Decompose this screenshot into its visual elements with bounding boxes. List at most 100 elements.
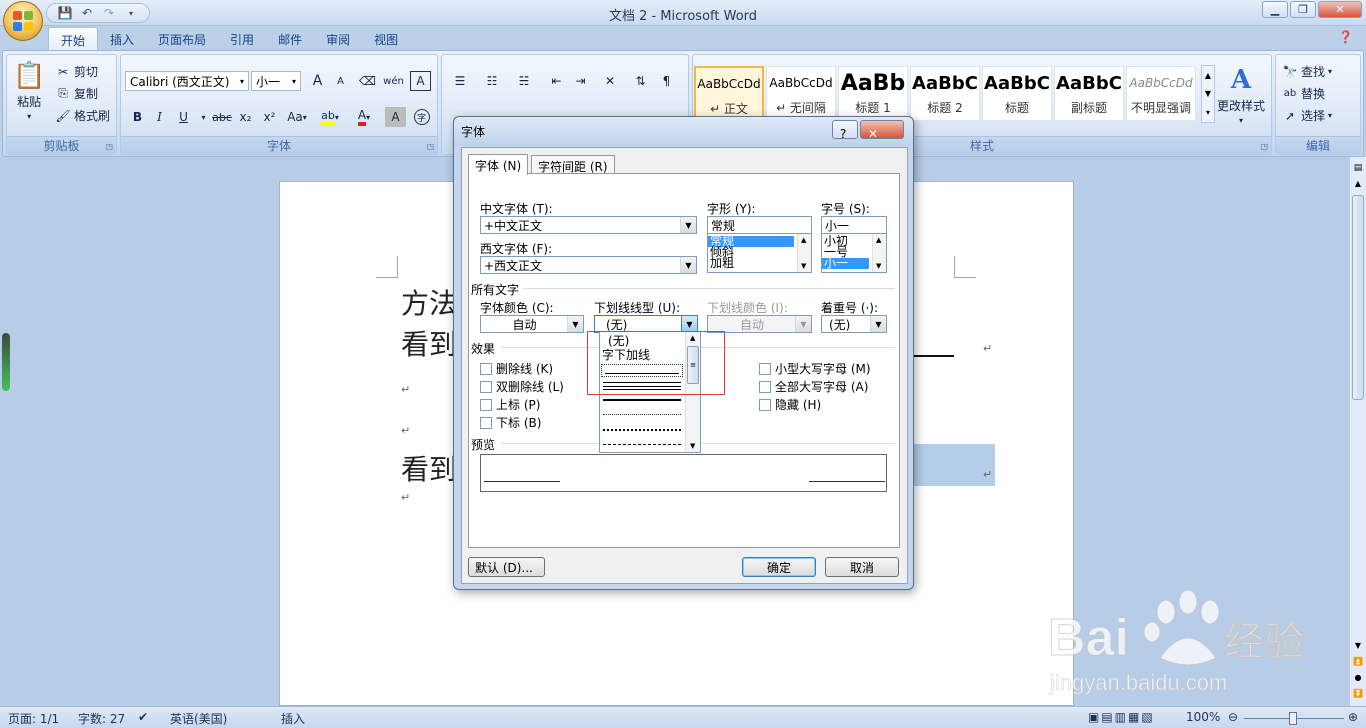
enclose-char-button[interactable]: 字 bbox=[411, 107, 432, 127]
chevron-down-icon[interactable]: ▼ bbox=[567, 316, 583, 332]
prev-page-icon[interactable]: ⏫ bbox=[1351, 657, 1365, 671]
style-item[interactable]: AaBb 标题 1 bbox=[838, 66, 908, 121]
insert-mode-status[interactable]: 插入 bbox=[281, 710, 305, 727]
italic-button[interactable]: I bbox=[149, 107, 170, 127]
close-button[interactable]: ✕ bbox=[1318, 1, 1362, 18]
chevron-down-icon[interactable]: ▼ bbox=[680, 217, 696, 233]
font-name-combo[interactable]: Calibri (西文正文) ▾ bbox=[125, 71, 249, 91]
browse-object-icon[interactable]: ● bbox=[1351, 673, 1365, 687]
scroll-down-icon[interactable]: ▼ bbox=[1351, 641, 1365, 655]
increase-indent-button[interactable]: ⇥ bbox=[570, 71, 591, 91]
paste-button[interactable]: 📋 粘贴 ▾ bbox=[13, 61, 45, 121]
tab-view[interactable]: 视图 bbox=[362, 27, 410, 51]
western-font-combo[interactable]: +西文正文 ▼ bbox=[480, 256, 697, 274]
style-item[interactable]: AaBbC 标题 2 bbox=[910, 66, 980, 121]
dialog-close-button[interactable]: ✕ bbox=[860, 120, 904, 141]
highlight-button[interactable]: ab ▾ bbox=[315, 107, 345, 127]
tab-references[interactable]: 引用 bbox=[218, 27, 266, 51]
list-item[interactable]: 小一 bbox=[822, 257, 869, 269]
ruler-toggle-icon[interactable]: ▤ bbox=[1351, 163, 1365, 177]
subscript-checkbox[interactable]: 下标 (B) bbox=[480, 414, 541, 431]
restore-button[interactable]: ❐ bbox=[1290, 1, 1316, 18]
format-painter-button[interactable]: 🖌 格式刷 bbox=[55, 107, 110, 124]
strikethrough-checkbox[interactable]: 删除线 (K) bbox=[480, 360, 553, 377]
minimize-button[interactable]: ▁ bbox=[1262, 1, 1288, 18]
bold-button[interactable]: B bbox=[127, 107, 148, 127]
view-buttons[interactable]: ▣▤▥▦▧ bbox=[1088, 710, 1155, 724]
customize-qat-icon[interactable]: ▾ bbox=[121, 5, 141, 21]
underline-option-thick[interactable] bbox=[603, 399, 681, 401]
tab-font[interactable]: 字体 (N) bbox=[468, 154, 529, 175]
zoom-level[interactable]: 100% bbox=[1186, 710, 1220, 724]
clear-format-button[interactable]: ⌫ bbox=[357, 71, 378, 91]
tab-page-layout[interactable]: 页面布局 bbox=[146, 27, 218, 51]
replace-button[interactable]: ab 替换 bbox=[1282, 85, 1325, 102]
select-button[interactable]: ➚ 选择 ▾ bbox=[1282, 107, 1332, 124]
redo-icon[interactable]: ↷ bbox=[99, 5, 119, 21]
change-styles-button[interactable]: A 更改样式 ▾ bbox=[1217, 65, 1265, 125]
checkbox-box[interactable] bbox=[480, 380, 492, 393]
tab-home[interactable]: 开始 bbox=[48, 27, 99, 51]
chevron-down-icon[interactable]: ▼ bbox=[681, 316, 697, 332]
next-page-icon[interactable]: ⏬ bbox=[1351, 689, 1365, 703]
show-marks-button[interactable]: ¶ bbox=[656, 71, 677, 91]
checkbox-box[interactable] bbox=[480, 398, 492, 411]
dialog-title-bar[interactable]: 字体 ? ✕ bbox=[454, 117, 913, 145]
language-status[interactable]: 英语(美国) bbox=[170, 710, 227, 727]
tab-insert[interactable]: 插入 bbox=[98, 27, 146, 51]
underline-button[interactable]: U bbox=[173, 107, 194, 127]
tab-mailings[interactable]: 邮件 bbox=[266, 27, 314, 51]
checkbox-box[interactable] bbox=[759, 398, 771, 411]
font-style-list[interactable]: 常规 倾斜 加粗 ▲ ▼ bbox=[707, 233, 812, 273]
style-item[interactable]: AaBbC 标题 bbox=[982, 66, 1052, 121]
style-gallery-scroll[interactable]: ▲ ▼ ▾ bbox=[1201, 65, 1215, 123]
chevron-down-icon[interactable]: ▼ bbox=[870, 316, 886, 332]
save-icon[interactable]: 💾 bbox=[55, 5, 75, 21]
list-item[interactable]: 加粗 bbox=[708, 257, 811, 269]
font-color-combo[interactable]: 自动 ▼ bbox=[480, 315, 584, 333]
chevron-down-icon[interactable]: ▼ bbox=[690, 442, 695, 450]
char-shading-button[interactable]: A bbox=[385, 107, 406, 127]
zoom-slider-thumb[interactable] bbox=[1289, 712, 1297, 725]
ok-button[interactable]: 确定 bbox=[742, 557, 816, 577]
dialog-help-button[interactable]: ? bbox=[832, 120, 858, 141]
list-scrollbar[interactable]: ▲ ▼ bbox=[872, 234, 886, 272]
superscript-button[interactable]: x² bbox=[259, 107, 280, 127]
proofing-icon[interactable]: ✔ bbox=[138, 710, 148, 724]
style-item[interactable]: AaBbCcDd ↵ 正文 bbox=[694, 66, 764, 121]
dialog-launcher-icon[interactable]: ◳ bbox=[105, 142, 113, 151]
font-color-button[interactable]: A ▾ bbox=[349, 107, 379, 127]
help-icon[interactable]: ❓ bbox=[1338, 30, 1356, 46]
change-case-button[interactable]: Aa ▾ bbox=[283, 107, 311, 127]
hidden-checkbox[interactable]: 隐藏 (H) bbox=[759, 396, 821, 413]
undo-icon[interactable]: ↶ bbox=[77, 5, 97, 21]
small-caps-checkbox[interactable]: 小型大写字母 (M) bbox=[759, 360, 871, 377]
strikethrough-button[interactable]: abc bbox=[209, 107, 235, 127]
sort-button[interactable]: ⇅ bbox=[630, 71, 651, 91]
phonetic-guide-button[interactable]: wén bbox=[383, 71, 404, 91]
dialog-launcher-icon[interactable]: ◳ bbox=[426, 142, 434, 151]
decrease-indent-button[interactable]: ⇤ bbox=[546, 71, 567, 91]
office-button[interactable] bbox=[3, 1, 43, 41]
underline-option-dotted[interactable] bbox=[603, 414, 681, 415]
style-item[interactable]: AaBbCcDd ↵ 无间隔 bbox=[766, 66, 836, 121]
font-size-combo[interactable]: 小一 ▾ bbox=[251, 71, 301, 91]
scroll-up-icon[interactable]: ▲ bbox=[1351, 179, 1365, 193]
font-style-input[interactable]: 常规 bbox=[707, 216, 812, 234]
numbering-button[interactable]: ☷ bbox=[478, 71, 506, 91]
word-count[interactable]: 字数: 27 bbox=[78, 710, 125, 727]
superscript-checkbox[interactable]: 上标 (P) bbox=[480, 396, 540, 413]
copy-button[interactable]: ⎘ 复制 bbox=[55, 85, 98, 102]
font-size-list[interactable]: 小初 一号 小一 ▲ ▼ bbox=[821, 233, 887, 273]
checkbox-box[interactable] bbox=[480, 416, 492, 429]
zoom-out-icon[interactable]: ⊖ bbox=[1228, 710, 1238, 724]
style-item[interactable]: AaBbCcDd 不明显强调 bbox=[1126, 66, 1196, 121]
zoom-in-icon[interactable]: ⊕ bbox=[1348, 710, 1358, 724]
asian-layout-button[interactable]: ✕ bbox=[596, 71, 624, 91]
double-strikethrough-checkbox[interactable]: 双删除线 (L) bbox=[480, 378, 564, 395]
find-button[interactable]: 🔭 查找 ▾ bbox=[1282, 63, 1333, 80]
tab-review[interactable]: 审阅 bbox=[314, 27, 362, 51]
chevron-down-icon[interactable]: ▼ bbox=[680, 257, 696, 273]
cut-button[interactable]: ✂ 剪切 bbox=[55, 63, 98, 80]
emphasis-mark-combo[interactable]: (无) ▼ bbox=[821, 315, 887, 333]
